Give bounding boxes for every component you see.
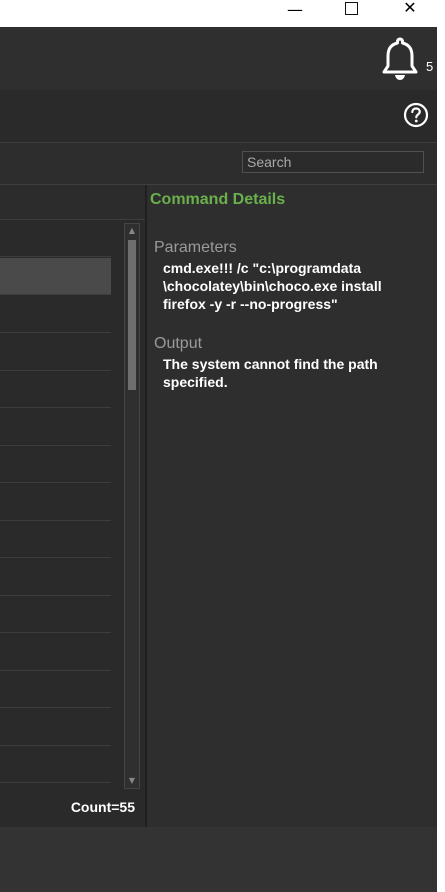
output-label: Output: [154, 335, 203, 352]
list-item[interactable]: [0, 745, 111, 783]
list-scrollbar[interactable]: ▲ ▼: [124, 223, 140, 789]
list-item[interactable]: [0, 670, 111, 708]
maximize-icon: [344, 2, 358, 15]
parameters-label: Parameters: [154, 239, 237, 256]
item-count: Count=55: [70, 799, 135, 815]
search-input[interactable]: [242, 151, 424, 173]
search-bar-row: [0, 143, 437, 185]
list-item[interactable]: [0, 333, 111, 371]
list-item[interactable]: [0, 708, 111, 746]
notification-count: 5: [426, 59, 434, 74]
list-item[interactable]: [0, 483, 111, 521]
minimize-button[interactable]: —: [280, 2, 310, 20]
list-item[interactable]: [0, 370, 111, 408]
scroll-down-arrow-icon[interactable]: ▼: [125, 776, 139, 786]
status-bar: [0, 827, 437, 892]
details-title: Command Details: [150, 191, 286, 208]
list-item[interactable]: [0, 633, 111, 671]
list-item[interactable]: [0, 219, 111, 257]
command-details-panel: Command Details Parameters cmd.exe!!! /c…: [147, 185, 437, 827]
list-item[interactable]: [0, 558, 111, 596]
list-header: [0, 185, 145, 220]
window-edge: [437, 27, 445, 892]
maximize-button[interactable]: [336, 0, 366, 18]
list-item[interactable]: [0, 408, 111, 446]
list-item[interactable]: [0, 595, 111, 633]
scroll-up-arrow-icon[interactable]: ▲: [125, 226, 139, 236]
list-item[interactable]: [0, 520, 111, 558]
list-item[interactable]: [0, 295, 111, 333]
help-circle-icon[interactable]: [403, 102, 429, 128]
parameters-value: cmd.exe!!! /c "c:\programdata \chocolate…: [163, 260, 382, 312]
bell-icon[interactable]: [380, 35, 420, 83]
close-button[interactable]: ✕: [395, 0, 425, 18]
command-list: ▲ ▼ Count=55: [0, 185, 145, 827]
list-item[interactable]: [0, 445, 111, 483]
list-item-selected[interactable]: [0, 258, 111, 295]
window-title-bar: — ✕: [0, 0, 445, 27]
toolbar: [0, 90, 437, 143]
app-header: 5: [0, 27, 437, 90]
scrollbar-thumb[interactable]: [128, 240, 136, 390]
output-value: The system cannot find the path specifie…: [163, 356, 378, 390]
